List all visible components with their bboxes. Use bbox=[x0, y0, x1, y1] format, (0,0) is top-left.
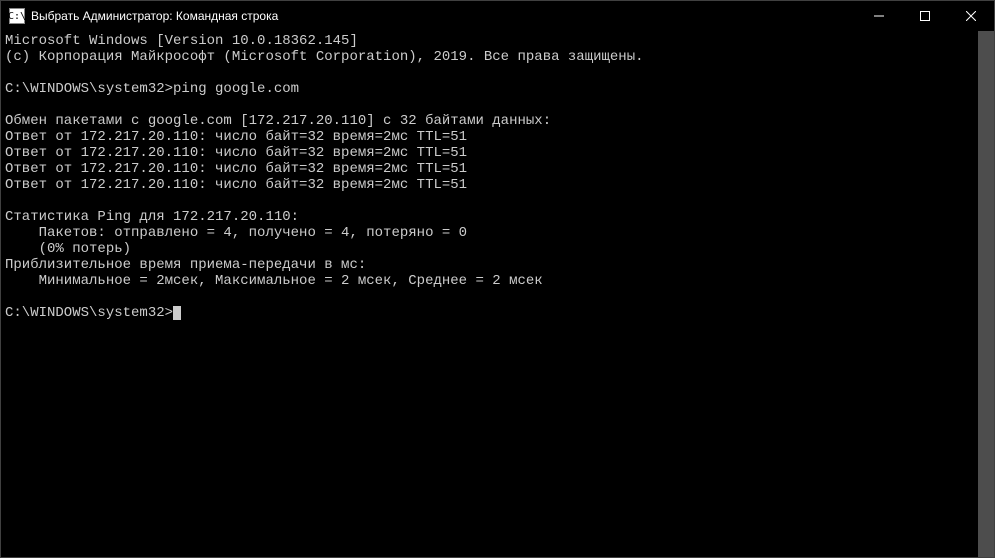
maximize-icon bbox=[920, 11, 930, 21]
minimize-icon bbox=[874, 11, 884, 21]
cursor bbox=[173, 306, 181, 320]
terminal-output: Microsoft Windows [Version 10.0.18362.14… bbox=[5, 33, 990, 321]
window-title: Выбрать Администратор: Командная строка bbox=[31, 9, 856, 23]
terminal-area[interactable]: Microsoft Windows [Version 10.0.18362.14… bbox=[1, 31, 994, 557]
scrollbar-thumb[interactable] bbox=[978, 31, 994, 557]
scrollbar[interactable] bbox=[978, 31, 994, 557]
maximize-button[interactable] bbox=[902, 1, 948, 31]
titlebar[interactable]: C:\ Выбрать Администратор: Командная стр… bbox=[1, 1, 994, 31]
prompt: C:\WINDOWS\system32> bbox=[5, 305, 173, 321]
command-prompt-window: C:\ Выбрать Администратор: Командная стр… bbox=[0, 0, 995, 558]
close-button[interactable] bbox=[948, 1, 994, 31]
cmd-icon: C:\ bbox=[9, 8, 25, 24]
close-icon bbox=[966, 11, 976, 21]
window-controls bbox=[856, 1, 994, 31]
minimize-button[interactable] bbox=[856, 1, 902, 31]
